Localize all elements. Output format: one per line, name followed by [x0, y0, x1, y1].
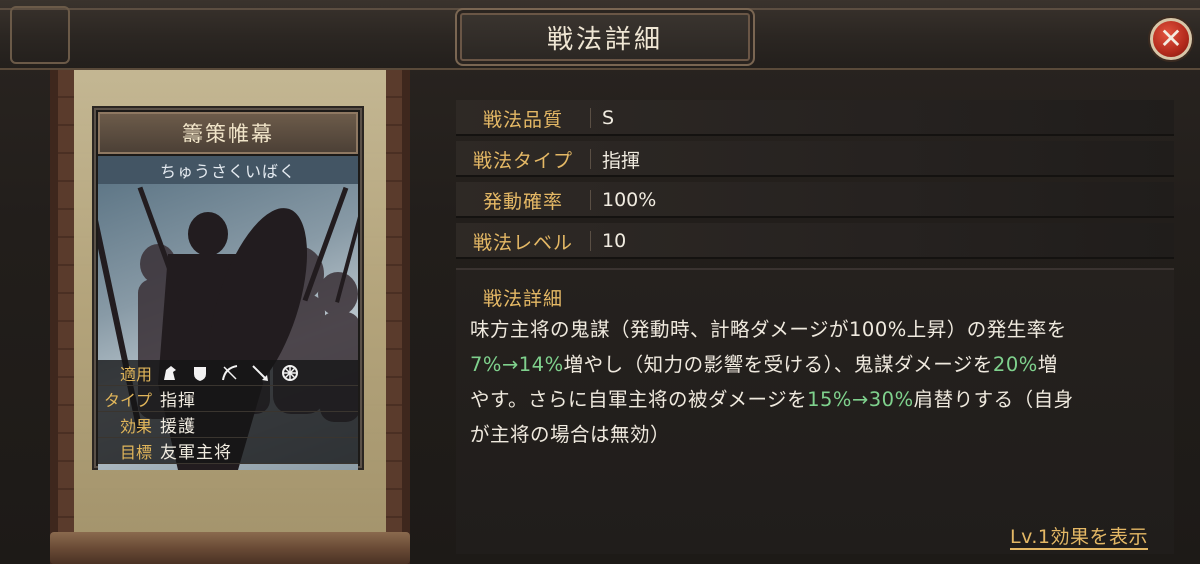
stat-label: タイプ — [103, 390, 152, 410]
spear-icon — [250, 363, 270, 383]
detail-description: 味方主将の鬼謀（発動時、計略ダメージが100%上昇）の発生率を 7%→14%増や… — [470, 312, 1170, 452]
shield-icon — [190, 363, 210, 383]
detail-text-segment: 肩替りする（自身 — [913, 388, 1074, 411]
divider — [590, 190, 591, 210]
detail-text-segment: 増 — [1037, 353, 1058, 376]
info-row-level: 戦法レベル 10 — [456, 223, 1174, 259]
wheel-icon — [280, 363, 300, 383]
stat-row-apply: 適用 — [98, 360, 358, 386]
value-highlight: 15%→30% — [807, 388, 914, 411]
info-label: 戦法タイプ — [472, 149, 573, 172]
info-value: 10 — [602, 230, 627, 252]
stat-label: 適用 — [119, 364, 152, 384]
stat-label: 目標 — [119, 442, 152, 462]
value-highlight: 7%→14% — [470, 353, 564, 376]
detail-line-4: が主将の場合は無効） — [470, 423, 671, 446]
info-row-type: 戦法タイプ 指揮 — [456, 141, 1174, 177]
info-label: 戦法品質 — [482, 108, 563, 131]
scroll-rod — [50, 532, 410, 564]
page-title: 戦法詳細 — [546, 24, 663, 55]
divider — [590, 231, 591, 251]
info-value: 指揮 — [602, 149, 641, 172]
divider — [590, 108, 591, 128]
cavalry-icon — [160, 363, 180, 383]
card-reading-text: ちゅうさくいばく — [159, 162, 296, 181]
detail-line-1: 味方主将の鬼謀（発動時、計略ダメージが100%上昇）の発生率を — [470, 318, 1067, 341]
stat-value: 友軍主将 — [160, 443, 232, 463]
detail-line-2: 7%→14%増やし（知力の影響を受ける）、鬼謀ダメージを20%増 — [470, 347, 1170, 382]
info-label: 発動確率 — [482, 190, 563, 213]
bow-icon — [220, 363, 240, 383]
show-lv1-effect-link[interactable]: Lv.1効果を表示 — [1010, 522, 1148, 550]
detail-text-segment: やす。さらに自軍主将の被ダメージを — [470, 388, 808, 411]
info-row-quality: 戦法品質 S — [456, 100, 1174, 136]
card-stats: 適用 タイプ 指揮 効果 援護 目標 友軍主将 — [98, 360, 358, 466]
detail-line-3: やす。さらに自軍主将の被ダメージを15%→30%肩替りする（自身 — [470, 382, 1170, 417]
info-row-rate: 発動確率 100% — [456, 182, 1174, 218]
detail-title: 戦法詳細 — [482, 287, 563, 310]
stat-row-type: タイプ 指揮 — [98, 386, 358, 412]
info-value: 100% — [602, 189, 657, 211]
info-value: S — [602, 107, 615, 129]
close-button[interactable]: ✕ — [1150, 18, 1192, 60]
stat-value: 指揮 — [160, 391, 196, 411]
card-title: 籌策帷幕 — [98, 112, 358, 154]
tactic-card: 籌策帷幕 ちゅうさくいばく 適用 タイプ 指揮 効果 援護 目標 友軍主将 — [94, 108, 362, 470]
value-highlight: 20% — [992, 353, 1038, 376]
close-icon: ✕ — [1159, 22, 1183, 55]
info-label: 戦法レベル — [472, 231, 573, 254]
unit-type-icons — [160, 363, 300, 383]
card-reading: ちゅうさくいばく — [98, 156, 358, 184]
stat-label: 効果 — [119, 416, 152, 436]
stat-row-target: 目標 友軍主将 — [98, 438, 358, 464]
divider — [590, 149, 591, 169]
stat-value: 援護 — [160, 417, 196, 437]
card-name-text: 籌策帷幕 — [182, 122, 274, 146]
stat-row-effect: 効果 援護 — [98, 412, 358, 438]
title-plate: 戦法詳細 — [455, 8, 755, 66]
corner-ornament-left — [10, 6, 70, 64]
detail-text-segment: 増やし（知力の影響を受ける）、鬼謀ダメージを — [563, 353, 993, 376]
card-artwork: 適用 タイプ 指揮 効果 援護 目標 友軍主将 — [98, 184, 358, 470]
